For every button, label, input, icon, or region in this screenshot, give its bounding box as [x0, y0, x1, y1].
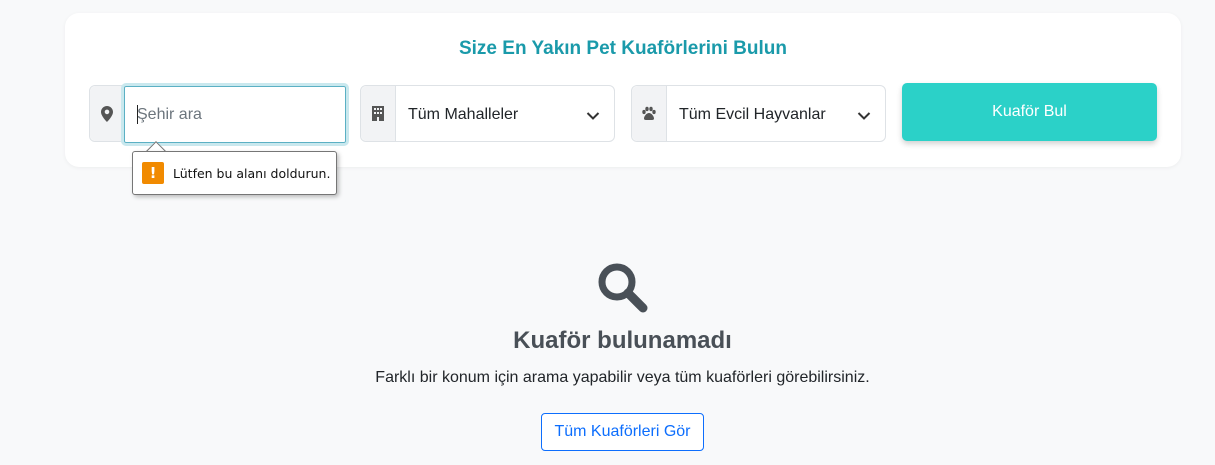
empty-state-description: Farklı bir konum için arama yapabilir ve… — [375, 369, 870, 386]
neighborhood-select[interactable]: Tüm Mahalleler — [360, 85, 615, 142]
paw-icon — [632, 86, 667, 141]
search-icon — [595, 260, 651, 321]
city-search-input[interactable] — [121, 83, 349, 146]
find-groomer-button[interactable]: Kuaför Bul — [902, 83, 1157, 141]
pet-type-select[interactable]: Tüm Evcil Hayvanlar — [631, 85, 886, 142]
search-card: Size En Yakın Pet Kuaförlerini Bulun Tüm… — [65, 13, 1181, 167]
validation-message: Lütfen bu alanı doldurun. — [173, 165, 331, 181]
search-title: Size En Yakın Pet Kuaförlerini Bulun — [458, 38, 787, 59]
chevron-down-icon — [857, 108, 871, 126]
pet-type-value: Tüm Evcil Hayvanlar — [679, 106, 826, 123]
building-icon — [361, 86, 396, 141]
warning-icon: ! — [142, 162, 164, 184]
map-pin-icon — [90, 86, 125, 141]
city-field — [89, 83, 349, 146]
chevron-down-icon — [586, 108, 600, 126]
validation-tooltip: ! Lütfen bu alanı doldurun. — [132, 151, 337, 195]
empty-state-title: Kuaför bulunamadı — [513, 327, 732, 354]
neighborhood-value: Tüm Mahalleler — [408, 106, 519, 123]
view-all-groomers-button[interactable]: Tüm Kuaförleri Gör — [541, 413, 704, 451]
text-caret — [137, 105, 138, 124]
